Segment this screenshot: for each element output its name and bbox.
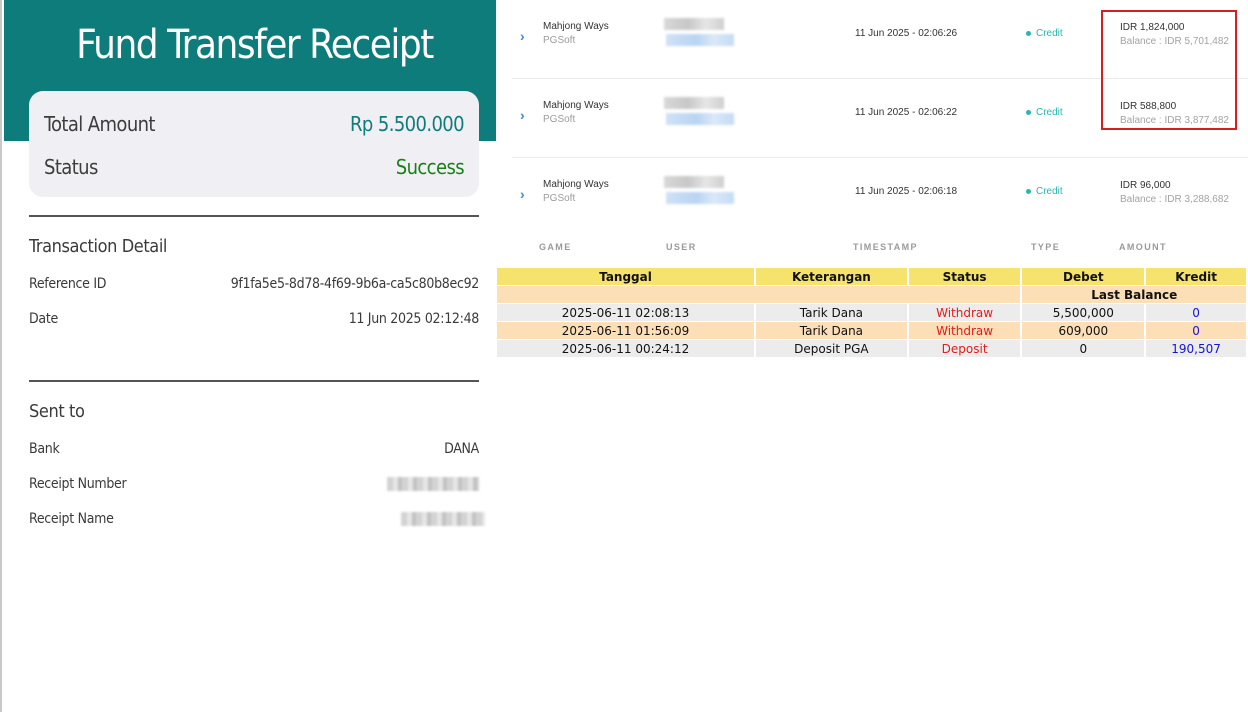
cell-status: Deposit — [908, 340, 1021, 357]
chevron-right-icon[interactable]: › — [520, 28, 525, 44]
game-name: Mahjong Ways — [543, 179, 609, 190]
cell-debet: 5,500,000 — [1022, 304, 1145, 321]
summary-card: Total Amount Rp 5.500.000 Status Success — [29, 91, 479, 197]
ledger-header-row: Tanggal Keterangan Status Debet Kredit — [497, 268, 1246, 285]
total-amount-label: Total Amount — [44, 112, 155, 136]
amount-value: IDR 96,000 — [1120, 180, 1171, 191]
receipt-title: Fund Transfer Receipt — [76, 22, 434, 68]
column-header-user[interactable]: USER — [666, 242, 697, 252]
game-provider: PGSoft — [543, 193, 576, 204]
last-balance-label: Last Balance — [1022, 286, 1246, 303]
column-header-amount[interactable]: AMOUNT — [1119, 242, 1167, 252]
date-label: Date — [29, 311, 58, 327]
chevron-right-icon[interactable]: › — [520, 107, 525, 123]
header-keterangan: Keterangan — [756, 268, 907, 285]
column-header-timestamp[interactable]: TIMESTAMP — [853, 242, 918, 252]
divider — [29, 215, 479, 217]
cell-tanggal: 2025-06-11 02:08:13 — [497, 304, 755, 321]
amount-highlight-box — [1101, 10, 1237, 130]
header-status: Status — [908, 268, 1021, 285]
transaction-detail-title: Transaction Detail — [29, 236, 168, 257]
ledger-row: 2025-06-11 01:56:09 Tarik Dana Withdraw … — [497, 322, 1246, 339]
game-cell: Mahjong Ways PGSoft — [543, 178, 609, 206]
game-provider: PGSoft — [543, 114, 576, 125]
balance-value: Balance : IDR 3,288,682 — [1120, 194, 1229, 205]
user-redacted — [664, 176, 736, 208]
game-history-list: › Mahjong Ways PGSoft 11 Jun 2025 - 02:0… — [512, 0, 1248, 265]
total-amount-row: Total Amount Rp 5.500.000 — [44, 112, 465, 142]
ledger-row: 2025-06-11 00:24:12 Deposit PGA Deposit … — [497, 340, 1246, 357]
receipt-number-label: Receipt Number — [29, 476, 127, 492]
date-value: 11 Jun 2025 02:12:48 — [348, 311, 480, 327]
user-redacted — [664, 97, 736, 129]
receipt-number-redacted — [387, 477, 479, 491]
reference-id-value[interactable]: 9f1fa5e5-8d78-4f69-9b6a-ca5c80b8ec92 — [231, 276, 480, 292]
bank-label: Bank — [29, 441, 60, 457]
cell-tanggal: 2025-06-11 01:56:09 — [497, 322, 755, 339]
ledger-row: 2025-06-11 02:08:13 Tarik Dana Withdraw … — [497, 304, 1246, 321]
cell-keterangan: Deposit PGA — [756, 340, 907, 357]
amount-cell: IDR 96,000 Balance : IDR 3,288,682 — [1120, 179, 1229, 207]
game-cell: Mahjong Ways PGSoft — [543, 99, 609, 127]
cell-keterangan: Tarik Dana — [756, 322, 907, 339]
total-amount-value: Rp 5.500.000 — [350, 112, 465, 136]
user-redacted — [664, 18, 736, 50]
cell-debet: 609,000 — [1022, 322, 1145, 339]
last-balance-spacer — [497, 286, 1021, 303]
timestamp: 11 Jun 2025 - 02:06:26 — [855, 28, 958, 39]
status-dot-icon — [1026, 188, 1031, 194]
reference-id-label: Reference ID — [29, 276, 107, 292]
bank-row: Bank DANA — [29, 441, 479, 461]
type-badge: Credit — [1026, 186, 1063, 197]
status-label: Status — [44, 155, 98, 179]
receipt-name-redacted — [401, 512, 485, 526]
status-dot-icon — [1026, 109, 1031, 115]
timestamp: 11 Jun 2025 - 02:06:18 — [855, 186, 958, 197]
header-tanggal: Tanggal — [497, 268, 755, 285]
status-row: Status Success — [44, 155, 465, 185]
cell-status: Withdraw — [908, 304, 1021, 321]
cell-kredit: 0 — [1146, 304, 1246, 321]
status-value: Success — [395, 155, 465, 179]
divider — [29, 380, 479, 382]
chevron-right-icon[interactable]: › — [520, 186, 525, 202]
receipt-name-label: Receipt Name — [29, 511, 114, 527]
header-debet: Debet — [1022, 268, 1145, 285]
game-cell: Mahjong Ways PGSoft — [543, 20, 609, 48]
header-kredit: Kredit — [1146, 268, 1246, 285]
sent-to-title: Sent to — [29, 401, 85, 422]
cell-tanggal: 2025-06-11 00:24:12 — [497, 340, 755, 357]
cell-kredit: 190,507 — [1146, 340, 1246, 357]
fund-transfer-receipt: Fund Transfer Receipt Total Amount Rp 5.… — [0, 0, 496, 712]
column-header-type[interactable]: TYPE — [1031, 242, 1060, 252]
cell-status: Withdraw — [908, 322, 1021, 339]
game-name: Mahjong Ways — [543, 100, 609, 111]
bank-value: DANA — [444, 441, 479, 457]
cell-debet: 0 — [1022, 340, 1145, 357]
ledger-table: Tanggal Keterangan Status Debet Kredit L… — [495, 267, 1248, 358]
status-dot-icon — [1026, 30, 1031, 36]
history-row[interactable]: › Mahjong Ways PGSoft 11 Jun 2025 - 02:0… — [512, 158, 1248, 236]
game-provider: PGSoft — [543, 35, 576, 46]
game-name: Mahjong Ways — [543, 21, 609, 32]
type-badge: Credit — [1026, 28, 1063, 39]
column-header-game[interactable]: GAME — [539, 242, 572, 252]
timestamp: 11 Jun 2025 - 02:06:22 — [855, 107, 958, 118]
reference-id-row: Reference ID 9f1fa5e5-8d78-4f69-9b6a-ca5… — [29, 276, 479, 296]
cell-keterangan: Tarik Dana — [756, 304, 907, 321]
cell-kredit: 0 — [1146, 322, 1246, 339]
type-badge: Credit — [1026, 107, 1063, 118]
date-row: Date 11 Jun 2025 02:12:48 — [29, 311, 479, 331]
last-balance-row: Last Balance — [497, 286, 1246, 303]
